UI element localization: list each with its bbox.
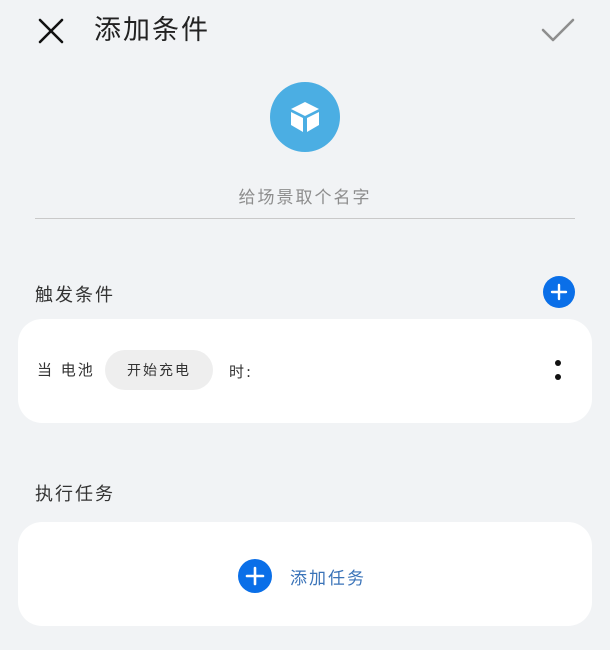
condition-state-chip[interactable]: 开始充电	[105, 350, 213, 390]
header-bar: 添加条件	[0, 0, 610, 62]
trigger-section-title: 触发条件	[35, 285, 115, 306]
close-icon	[38, 18, 64, 44]
confirm-button[interactable]	[538, 10, 578, 50]
trigger-condition-card[interactable]: 当 电池 开始充电 时:	[18, 319, 592, 423]
condition-suffix: 时:	[229, 363, 254, 381]
tasks-card: 添加任务	[18, 522, 592, 626]
condition-prefix: 当 电池	[37, 361, 95, 379]
scene-name-input[interactable]	[35, 178, 575, 219]
close-button[interactable]	[32, 12, 70, 50]
add-trigger-button[interactable]	[543, 276, 575, 308]
page-title: 添加条件	[94, 15, 210, 46]
plus-icon	[550, 283, 568, 301]
condition-more-button[interactable]	[546, 355, 570, 385]
cube-icon	[291, 102, 319, 132]
add-task-label: 添加任务	[290, 568, 366, 589]
tasks-section-title: 执行任务	[35, 484, 115, 505]
scene-icon-button[interactable]	[270, 82, 340, 152]
plus-icon	[238, 559, 272, 593]
checkmark-icon	[541, 18, 575, 42]
add-task-button[interactable]: 添加任务	[238, 558, 438, 594]
